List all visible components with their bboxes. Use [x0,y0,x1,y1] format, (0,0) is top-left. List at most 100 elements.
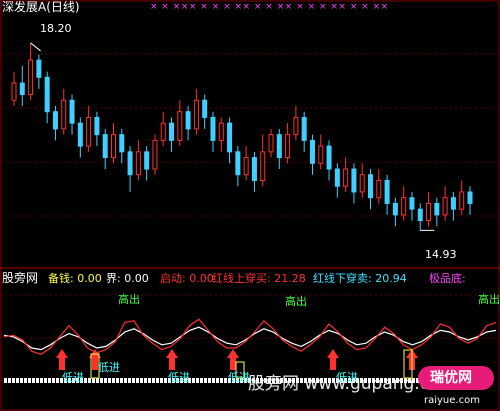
candle-body [417,208,423,222]
candle-body [334,168,340,187]
base-dot [224,378,227,383]
indicator-item: 极品底: [429,272,466,285]
candle-body [94,116,100,136]
base-dot [108,378,111,383]
candle-body [384,179,390,204]
base-dot [4,378,7,383]
sell-signal-label: 高出 [285,295,307,308]
base-dot [120,378,123,383]
buy-signal-label: 低进 [168,371,190,384]
base-dot [16,378,19,383]
candle-body [351,168,357,193]
indicator-item: 红线上穿买: 21.28 [212,272,306,285]
base-dot [112,378,115,383]
candle-body [276,134,282,159]
low-price-marker: 14.93 [425,248,457,261]
base-dot [32,378,35,383]
base-dot [192,378,195,383]
candle-body [243,157,249,176]
buy-signal-arrow [327,349,339,358]
candle-body [309,139,315,164]
buy-signal-label: 低进 [228,371,250,384]
base-dot [36,378,39,383]
candle-body [135,151,141,176]
candle-body [450,197,456,210]
candle-body [11,82,17,101]
base-dot [220,378,223,383]
buy-signal-arrow [227,349,239,358]
base-dot [204,378,207,383]
base-dot [140,378,143,383]
base-dot [8,378,11,383]
buy-signal-bar [59,356,65,370]
base-dot [160,378,163,383]
candle-body [69,99,75,124]
candle-body [318,145,324,164]
candle-body [44,76,50,113]
candle-body [169,122,175,141]
candle-body [467,191,473,204]
base-dot [20,378,23,383]
candle-body [392,202,398,216]
candle-body [227,122,233,153]
base-dot [100,378,103,383]
base-dot [84,378,87,383]
candle-body [52,111,58,130]
base-dot [128,378,131,383]
candle-body [210,116,216,141]
candle-body [434,202,440,216]
base-dot [48,378,51,383]
stock-chart-window[interactable]: 深发展A(日线) × × ××× × × × ×× × × ×× × × × ×… [0,0,500,411]
base-dot [56,378,59,383]
chart-canvas[interactable] [0,0,500,411]
base-dot [104,378,107,383]
buy-signal-bar [169,356,175,370]
candle-body [160,122,166,141]
candle-body [86,116,92,147]
base-dot [40,378,43,383]
buy-signal-bar [230,356,236,370]
base-dot [132,378,135,383]
base-dot [88,378,91,383]
candle-body [368,174,374,199]
base-dot [116,378,119,383]
base-dot [156,378,159,383]
candle-body [152,139,158,170]
base-dot [208,378,211,383]
indicator-item: 备钱: 0.00 [48,272,102,285]
candle-body [185,111,191,130]
buy-signal-bar [330,356,336,370]
candle-body [442,197,448,216]
high-arrow [30,42,41,52]
candle-body [202,99,208,118]
candle-body [36,59,42,78]
base-dot [24,378,27,383]
candle-body [110,134,116,159]
base-dot [200,378,203,383]
base-dot [212,378,215,383]
base-dot [124,378,127,383]
candle-body [301,116,307,141]
base-dot [92,378,95,383]
candle-body [426,202,432,222]
candle-body [293,116,299,136]
candle-body [359,174,365,193]
watermark-site: raiyue.com [424,395,480,406]
indicator-name: 股旁网 [2,271,39,285]
buy-signal-arrow [56,349,68,358]
base-dot [44,378,47,383]
chart-title: 深发展A(日线) [2,0,80,14]
base-dot [196,378,199,383]
base-dot [216,378,219,383]
candle-body [401,197,407,216]
candle-body [285,134,291,159]
candle-body [193,99,199,130]
candle-body [102,134,108,159]
candle-body [144,151,150,170]
sell-signal-label: 高出 [118,293,140,306]
indicator-item: 红线下穿卖: 20.94 [313,272,407,285]
candle-body [61,99,67,130]
buy-signal-label: 低进 [98,361,120,374]
base-dot [152,378,155,383]
candle-body [409,197,415,210]
